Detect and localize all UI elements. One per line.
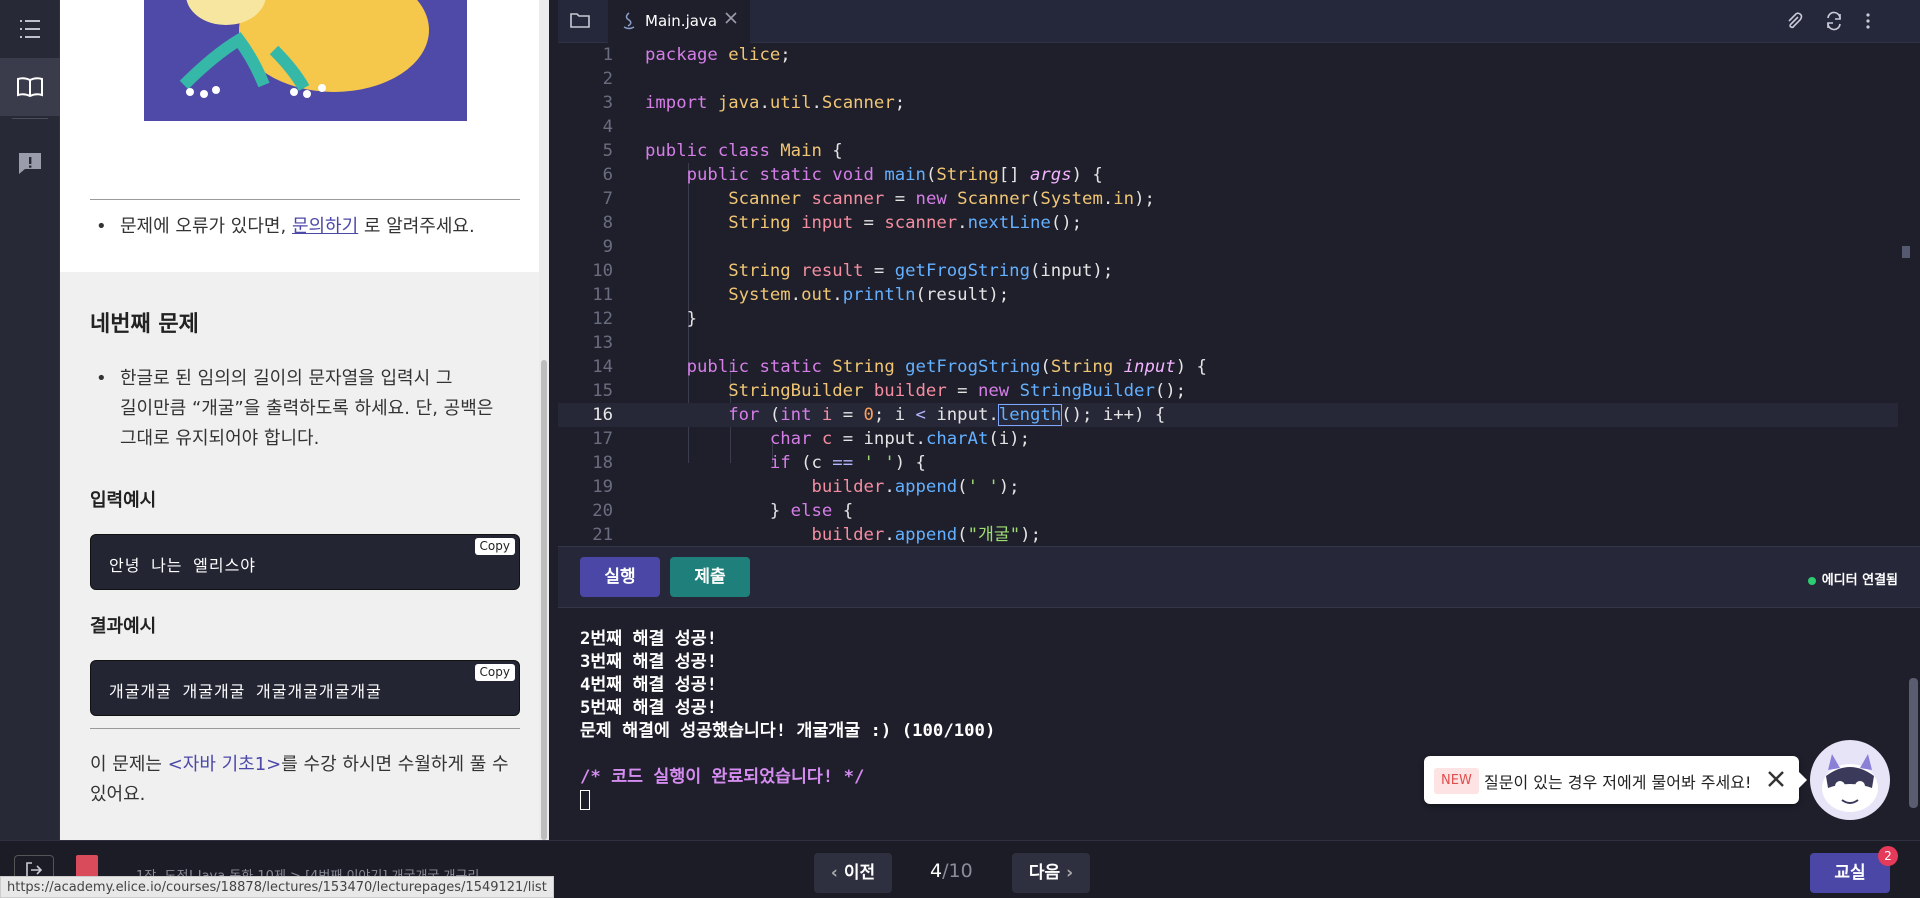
new-badge: NEW [1434, 768, 1479, 794]
code-line: 21 builder.append("개굴"); [592, 525, 1041, 545]
next-button[interactable]: 다음 › [1012, 853, 1090, 893]
inquiry-link[interactable]: 문의하기 [292, 216, 358, 237]
section-divider [90, 728, 520, 729]
code-line: 14 public static String getFrogString(St… [592, 357, 1207, 377]
java-file-icon [622, 12, 636, 34]
terminal-line: 5번째 해결 성공! [580, 698, 718, 718]
link-url-preview: https://academy.elice.io/courses/18878/l… [0, 876, 554, 898]
chatbot-bubble[interactable]: NEW 질문이 있는 경우 저에게 물어봐 주세요! [1424, 756, 1807, 804]
frog-illustration [144, 0, 467, 121]
problem-section: 네번째 문제 한글로 된 임의의 길이의 문자열을 입력시 그 길이만큼 “개굴… [60, 272, 549, 840]
code-line: 13 [592, 333, 613, 353]
folder-icon[interactable] [570, 11, 590, 33]
code-line: 19 builder.append(' '); [592, 477, 1020, 497]
code-line: 4 [602, 117, 613, 137]
chatbot-message: 질문이 있는 경우 저에게 물어봐 주세요! [1484, 773, 1752, 792]
code-line-current: 16 for (int i = 0; i < input.length(); i… [558, 403, 1898, 427]
minimap-marker [1902, 246, 1910, 258]
icon-rail [0, 0, 60, 840]
code-line: 1 package elice; [602, 45, 791, 65]
refresh-icon[interactable] [1824, 11, 1844, 35]
connection-status: 에디터 연결됨 [1807, 569, 1898, 588]
code-line: 8 String input = scanner.nextLine(); [602, 213, 1083, 233]
code-line: 17 char c = input.charAt(i); [592, 429, 1030, 449]
section-divider [90, 199, 520, 200]
content-scrollbar[interactable] [539, 0, 549, 840]
input-example-text: 안녕 나는 엘리스야 [109, 556, 257, 575]
course-link[interactable]: <자바 기초1> [168, 754, 282, 775]
problem-description: 한글로 된 임의의 길이의 문자열을 입력시 그 길이만큼 “개굴”을 출력하도… [90, 364, 493, 454]
terminal-scrollbar[interactable] [1909, 678, 1918, 808]
book-icon[interactable] [0, 58, 60, 116]
report-icon[interactable] [0, 134, 60, 192]
problem-title: 네번째 문제 [90, 312, 199, 337]
output-example-box: 개굴개굴 개굴개굴 개굴개굴개굴개굴 Copy [90, 660, 520, 716]
copy-button[interactable]: Copy [474, 538, 515, 555]
code-line: 15 StringBuilder builder = new StringBui… [592, 381, 1187, 401]
code-line: 9 [602, 237, 613, 257]
output-example-text: 개굴개굴 개굴개굴 개굴개굴개굴개굴 [109, 682, 382, 701]
editor-toolbar: 실행 제출 에디터 연결됨 [558, 546, 1920, 608]
code-area[interactable]: 1 package elice; 2 3 import java.util.Scan… [558, 43, 1920, 546]
code-line: 7 Scanner scanner = new Scanner(System.i… [602, 189, 1155, 209]
code-line: 2 [602, 69, 613, 89]
code-editor: Main.java 1 package elice; 2 3 import java… [558, 0, 1920, 840]
prev-button[interactable]: ‹ 이전 [814, 853, 892, 893]
course-recommendation: 이 문제는 <자바 기초1>를 수강 하시면 수월하게 풀 수 있어요. [90, 754, 509, 805]
run-button[interactable]: 실행 [580, 557, 660, 597]
tab-main-java[interactable]: Main.java [608, 0, 750, 43]
input-example-label: 입력예시 [90, 490, 157, 511]
code-line: 10 String result = getFrogString(input); [592, 261, 1114, 281]
terminal-line: 2번째 해결 성공! [580, 629, 718, 649]
chatbot-avatar[interactable] [1810, 740, 1890, 820]
code-line: 18 if (c == ' ') { [592, 453, 926, 473]
page-indicator: 4/10 [930, 860, 973, 882]
terminal-line: 3번째 해결 성공! [580, 652, 718, 672]
output-example-label: 결과예시 [90, 616, 157, 637]
code-line: 11 System.out.println(result); [592, 285, 1010, 305]
editor-tabbar: Main.java [558, 0, 1920, 43]
code-line: 3 import java.util.Scanner; [602, 93, 906, 113]
code-line: 6 public static void main(String[] args)… [602, 165, 1103, 185]
terminal-comment: /* 코드 실행이 완료되었습니다! */ [580, 767, 865, 787]
notice-text: 문제에 오류가 있다면, 문의하기 로 알려주세요. [90, 212, 475, 242]
list-icon[interactable] [0, 0, 60, 58]
code-line: 12 } [592, 309, 698, 329]
copy-button[interactable]: Copy [474, 664, 515, 681]
more-options-icon[interactable] [1864, 11, 1872, 35]
code-line: 5 public class Main { [602, 141, 843, 161]
tab-label: Main.java [645, 12, 718, 30]
rail-divider [12, 118, 48, 119]
terminal-cursor [580, 790, 590, 810]
terminal-line: 4번째 해결 성공! [580, 675, 718, 695]
code-line: 20 } else { [592, 501, 854, 521]
close-icon[interactable] [1763, 766, 1789, 792]
terminal-output[interactable]: 2번째 해결 성공! 3번째 해결 성공! 4번째 해결 성공! 5번째 해결 … [558, 608, 1920, 840]
notification-badge: 2 [1878, 846, 1898, 866]
status-dot [1807, 576, 1816, 585]
submit-button[interactable]: 제출 [670, 557, 750, 597]
input-example-box: 안녕 나는 엘리스야 Copy [90, 534, 520, 590]
terminal-line: 문제 해결에 성공했습니다! 개굴개굴 :) (100/100) [580, 721, 996, 741]
close-icon[interactable] [724, 11, 738, 29]
lesson-content: 문제에 오류가 있다면, 문의하기 로 알려주세요. 네번째 문제 한글로 된 … [60, 0, 549, 840]
attachment-icon[interactable] [1784, 11, 1804, 35]
